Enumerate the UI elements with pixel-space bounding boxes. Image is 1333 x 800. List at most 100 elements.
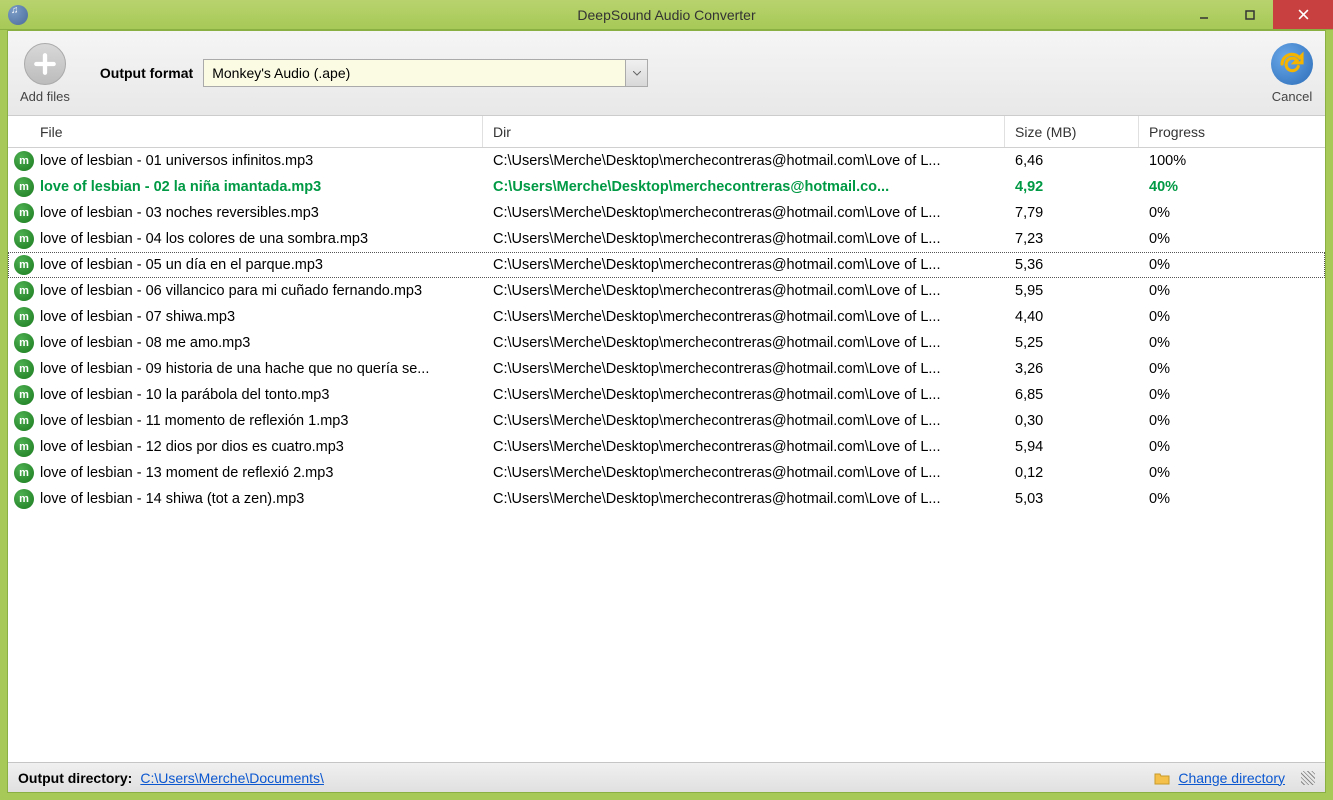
file-dir: C:\Users\Merche\Desktop\merchecontreras@… (483, 309, 1005, 325)
audio-file-icon: m (14, 437, 34, 457)
file-list[interactable]: mlove of lesbian - 01 universos infinito… (8, 148, 1325, 762)
file-name: love of lesbian - 05 un día en el parque… (40, 257, 323, 273)
table-row[interactable]: mlove of lesbian - 02 la niña imantada.m… (8, 174, 1325, 200)
file-progress: 0% (1139, 439, 1325, 455)
file-name: love of lesbian - 04 los colores de una … (40, 231, 368, 247)
output-directory-link[interactable]: C:\Users\Merche\Documents\ (140, 770, 324, 786)
table-row[interactable]: mlove of lesbian - 05 un día en el parqu… (8, 252, 1325, 278)
file-size: 7,79 (1005, 205, 1139, 221)
table-row[interactable]: m love of lesbian - 11 momento de reflexi… (8, 408, 1325, 434)
file-size: 4,40 (1005, 309, 1139, 325)
file-progress: 0% (1139, 413, 1325, 429)
titlebar[interactable]: DeepSound Audio Converter (0, 0, 1333, 30)
output-format-row: Output format Monkey's Audio (.ape) (100, 59, 648, 87)
file-progress: 0% (1139, 205, 1325, 221)
statusbar: Output directory: C:\Users\Merche\Docume… (8, 762, 1325, 792)
audio-file-icon: m (14, 411, 34, 431)
file-dir: C:\Users\Merche\Desktop\merchecontreras@… (483, 491, 1005, 507)
file-progress: 0% (1139, 231, 1325, 247)
file-size: 5,36 (1005, 257, 1139, 273)
audio-file-icon: m (14, 463, 34, 483)
window-title: DeepSound Audio Converter (577, 7, 755, 23)
file-progress: 0% (1139, 257, 1325, 273)
file-dir: C:\Users\Merche\Desktop\merchecontreras@… (483, 387, 1005, 403)
table-row[interactable]: m love of lesbian - 13 moment de reflexió… (8, 460, 1325, 486)
cancel-label: Cancel (1272, 89, 1312, 104)
file-size: 5,25 (1005, 335, 1139, 351)
output-directory-label: Output directory: (18, 770, 132, 786)
change-directory-link[interactable]: Change directory (1178, 770, 1285, 786)
audio-file-icon: m (14, 151, 34, 171)
file-dir: C:\Users\Merche\Desktop\merchecontreras@… (483, 257, 1005, 273)
file-name: love of lesbian - 11 momento de reflexió… (40, 413, 348, 429)
file-name: love of lesbian - 06 villancico para mi … (40, 283, 422, 299)
table-row[interactable]: mlove of lesbian - 09 historia de una ha… (8, 356, 1325, 382)
file-progress: 0% (1139, 335, 1325, 351)
folder-icon (1154, 771, 1170, 785)
table-row[interactable]: m love of lesbian - 14 shiwa (tot a zen).… (8, 486, 1325, 512)
file-name: love of lesbian - 07 shiwa.mp3 (40, 309, 235, 325)
audio-file-icon: m (14, 177, 34, 197)
add-files-label: Add files (20, 89, 70, 104)
audio-file-icon: m (14, 203, 34, 223)
file-name: love of lesbian - 14 shiwa (tot a zen).m… (40, 491, 304, 507)
column-progress[interactable]: Progress (1139, 116, 1325, 147)
output-format-label: Output format (100, 65, 193, 81)
table-row[interactable]: m love of lesbian - 06 villancico para mi… (8, 278, 1325, 304)
column-file[interactable]: File (8, 116, 483, 147)
column-dir[interactable]: Dir (483, 116, 1005, 147)
file-name: love of lesbian - 03 noches reversibles.… (40, 205, 319, 221)
table-row[interactable]: m love of lesbian - 12 dios por dios es c… (8, 434, 1325, 460)
file-name: love of lesbian - 12 dios por dios es cu… (40, 439, 344, 455)
audio-file-icon: m (14, 385, 34, 405)
audio-file-icon: m (14, 281, 34, 301)
file-name: love of lesbian - 09 historia de una hac… (40, 361, 429, 377)
file-size: 6,85 (1005, 387, 1139, 403)
file-name: love of lesbian - 08 me amo.mp3 (40, 335, 250, 351)
file-progress: 0% (1139, 283, 1325, 299)
column-size[interactable]: Size (MB) (1005, 116, 1139, 147)
file-size: 4,92 (1005, 179, 1139, 195)
add-files-button[interactable]: Add files (20, 43, 70, 104)
file-dir: C:\Users\Merche\Desktop\merchecontreras@… (483, 231, 1005, 247)
file-size: 5,03 (1005, 491, 1139, 507)
resize-grip[interactable] (1301, 771, 1315, 785)
file-progress: 100% (1139, 153, 1325, 169)
file-dir: C:\Users\Merche\Desktop\merchecontreras@… (483, 179, 1005, 195)
maximize-button[interactable] (1227, 0, 1273, 29)
file-progress: 40% (1139, 179, 1325, 195)
audio-file-icon: m (14, 307, 34, 327)
table-row[interactable]: m love of lesbian - 08 me amo.mp3 C:\Users… (8, 330, 1325, 356)
file-size: 5,94 (1005, 439, 1139, 455)
chevron-down-icon[interactable] (625, 60, 647, 86)
file-size: 0,30 (1005, 413, 1139, 429)
file-progress: 0% (1139, 387, 1325, 403)
file-dir: C:\Users\Merche\Desktop\merchecontreras@… (483, 205, 1005, 221)
output-format-select[interactable]: Monkey's Audio (.ape) (203, 59, 648, 87)
window-controls (1181, 0, 1333, 29)
file-progress: 0% (1139, 491, 1325, 507)
client-area: Add files Output format Monkey's Audio (… (7, 30, 1326, 793)
file-dir: C:\Users\Merche\Desktop\merchecontreras@… (483, 283, 1005, 299)
cancel-button[interactable]: Cancel (1271, 43, 1313, 104)
file-size: 3,26 (1005, 361, 1139, 377)
close-button[interactable] (1273, 0, 1333, 29)
table-row[interactable]: m love of lesbian - 10 la parábola del to… (8, 382, 1325, 408)
file-name: love of lesbian - 13 moment de reflexió … (40, 465, 333, 481)
table-row[interactable]: mlove of lesbian - 04 los colores de una… (8, 226, 1325, 252)
file-size: 7,23 (1005, 231, 1139, 247)
minimize-button[interactable] (1181, 0, 1227, 29)
app-icon (8, 5, 28, 25)
table-row[interactable]: m love of lesbian - 07 shiwa.mp3 C:\Users\… (8, 304, 1325, 330)
toolbar: Add files Output format Monkey's Audio (… (8, 31, 1325, 116)
file-progress: 0% (1139, 465, 1325, 481)
file-dir: C:\Users\Merche\Desktop\merchecontreras@… (483, 413, 1005, 429)
audio-file-icon: m (14, 489, 34, 509)
audio-file-icon: m (14, 333, 34, 353)
refresh-cancel-icon (1271, 43, 1313, 85)
file-name: love of lesbian - 10 la parábola del ton… (40, 387, 329, 403)
file-dir: C:\Users\Merche\Desktop\merchecontreras@… (483, 335, 1005, 351)
file-dir: C:\Users\Merche\Desktop\merchecontreras@… (483, 153, 1005, 169)
table-row[interactable]: mlove of lesbian - 01 universos infinito… (8, 148, 1325, 174)
table-row[interactable]: m love of lesbian - 03 noches reversibles… (8, 200, 1325, 226)
